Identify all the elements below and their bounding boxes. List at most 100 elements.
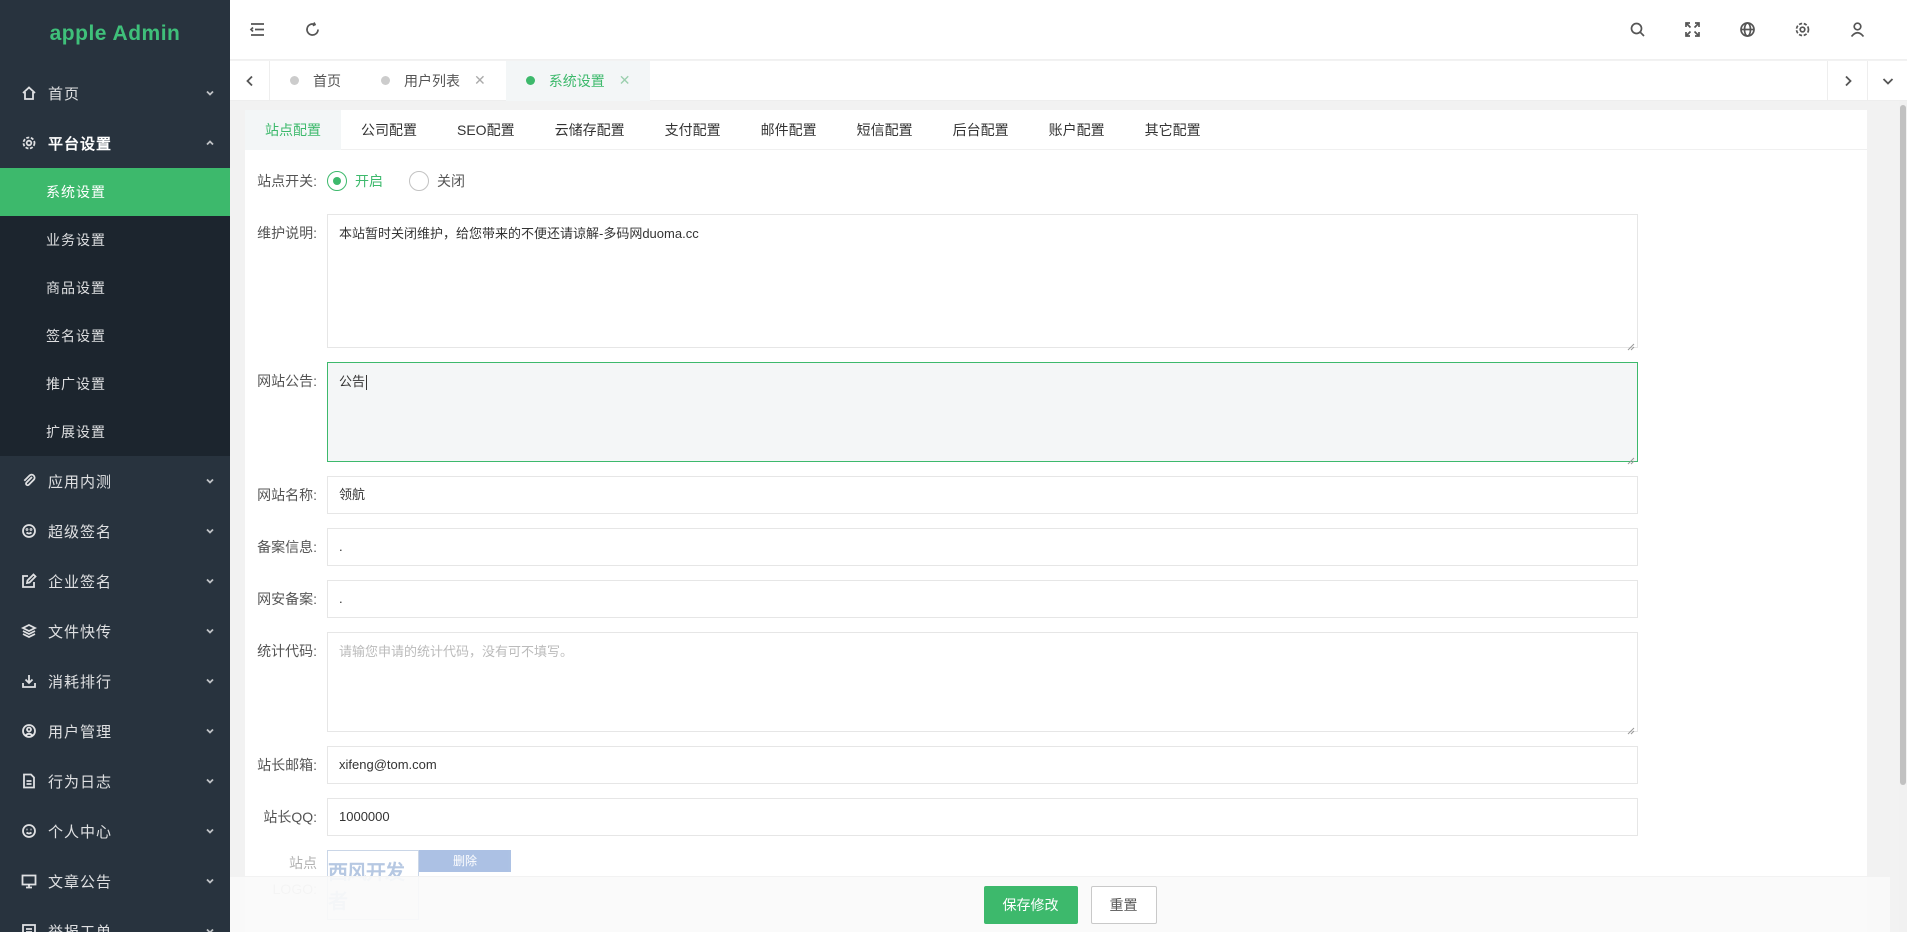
scrollbar-thumb[interactable] (1900, 105, 1906, 785)
chevron-down-icon (204, 825, 216, 837)
sidebar-item-label: 超级签名 (48, 523, 113, 541)
qq-input[interactable]: 1000000 (327, 798, 1638, 836)
notice-textarea[interactable]: 公告 (327, 362, 1638, 465)
form-row-qq: 站长QQ: 1000000 (245, 798, 1867, 836)
chevron-down-icon (204, 875, 216, 887)
logo-delete-button[interactable]: 删除 (419, 850, 511, 872)
tabs-dropdown-button[interactable] (1867, 60, 1907, 101)
chevron-down-icon (204, 475, 216, 487)
radio-checked-icon (327, 171, 347, 191)
user-button[interactable] (1830, 0, 1885, 60)
search-button[interactable] (1610, 0, 1665, 60)
tab-label: 用户列表 (404, 72, 460, 89)
sidebar-subitem-promotion-settings[interactable]: 推广设置 (0, 360, 230, 408)
resize-grip-icon[interactable] (1627, 337, 1635, 351)
police-record-input[interactable]: . (327, 580, 1638, 618)
reset-button[interactable]: 重置 (1090, 885, 1157, 924)
sidebar-item-app-beta[interactable]: 应用内测 (0, 456, 230, 506)
sidebar-item-label: 企业签名 (48, 573, 113, 591)
chevron-down-icon (1882, 77, 1893, 85)
sidebar-subitem-product-settings[interactable]: 商品设置 (0, 264, 230, 312)
config-tabs: 站点配置 公司配置 SEO配置 云储存配置 支付配置 邮件配置 短信配置 后台配… (245, 110, 1867, 150)
tab-other-config[interactable]: 其它配置 (1125, 110, 1221, 150)
sidebar-item-enterprise-signature[interactable]: 企业签名 (0, 556, 230, 606)
menu-fold-button[interactable] (230, 0, 285, 60)
field-label: 统计代码: (257, 643, 317, 659)
text-caret (366, 375, 368, 391)
sidebar: apple Admin 首页 平台设置 系统设置 业务设置 商品设置 签名设置 … (0, 0, 230, 932)
tab-home[interactable]: 首页 (270, 61, 361, 101)
sidebar-item-consumption-ranking[interactable]: 消耗排行 (0, 656, 230, 706)
icp-input[interactable]: . (327, 528, 1638, 566)
field-label: 网安备案: (257, 591, 317, 607)
field-label: 网站名称: (257, 487, 317, 503)
tab-site-config[interactable]: 站点配置 (245, 110, 341, 150)
tab-admin-config[interactable]: 后台配置 (933, 110, 1029, 150)
file-icon (20, 772, 38, 790)
paperclip-icon (20, 472, 38, 490)
sidebar-item-super-signature[interactable]: 超级签名 (0, 506, 230, 556)
sidebar-item-platform-settings[interactable]: 平台设置 (0, 118, 230, 168)
maintenance-textarea[interactable]: 本站暂时关闭维护，给您带来的不便还请谅解-多码网duoma.cc (327, 214, 1638, 351)
sidebar-item-user-management[interactable]: 用户管理 (0, 706, 230, 756)
sidebar-item-label: 首页 (48, 85, 81, 103)
tab-company-config[interactable]: 公司配置 (341, 110, 437, 150)
tab-mail-config[interactable]: 邮件配置 (741, 110, 837, 150)
field-label: 网站公告: (257, 373, 317, 389)
sidebar-subitem-system-settings[interactable]: 系统设置 (0, 168, 230, 216)
email-input[interactable]: xifeng@tom.com (327, 746, 1638, 784)
sidebar-item-report-ticket[interactable]: 举报工单 (0, 906, 230, 932)
textarea-placeholder: 请输您申请的统计代码，没有可不填写。 (339, 644, 574, 659)
form-action-bar: 保存修改 重置 (230, 876, 1890, 932)
settings-button[interactable] (1775, 0, 1830, 60)
sidebar-subitem-extension-settings[interactable]: 扩展设置 (0, 408, 230, 456)
page-scrollbar[interactable] (1899, 101, 1907, 932)
tab-seo-config[interactable]: SEO配置 (437, 110, 535, 150)
tab-system-settings[interactable]: 系统设置 ✕ (505, 60, 651, 101)
language-button[interactable] (1720, 0, 1775, 60)
sidebar-item-label: 文件快传 (48, 623, 113, 641)
tabs-scroll-right-button[interactable] (1827, 60, 1867, 101)
tab-account-config[interactable]: 账户配置 (1029, 110, 1125, 150)
stats-code-textarea[interactable]: 请输您申请的统计代码，没有可不填写。 (327, 632, 1638, 735)
close-icon[interactable]: ✕ (474, 72, 486, 89)
chevron-down-icon (204, 925, 216, 932)
tab-payment-config[interactable]: 支付配置 (645, 110, 741, 150)
chevron-down-icon (204, 87, 216, 99)
chevron-down-icon (204, 575, 216, 587)
sidebar-item-file-transfer[interactable]: 文件快传 (0, 606, 230, 656)
sidebar-item-personal-center[interactable]: 个人中心 (0, 806, 230, 856)
tab-cloud-storage-config[interactable]: 云储存配置 (535, 110, 645, 150)
user-icon (1850, 22, 1865, 38)
sidebar-subitem-signature-settings[interactable]: 签名设置 (0, 312, 230, 360)
radio-unchecked-icon (409, 171, 429, 191)
resize-grip-icon[interactable] (1627, 451, 1635, 465)
form-row-police: 网安备案: . (245, 580, 1867, 618)
form-row-icp: 备案信息: . (245, 528, 1867, 566)
platform-settings-submenu: 系统设置 业务设置 商品设置 签名设置 推广设置 扩展设置 (0, 168, 230, 456)
radio-close[interactable]: 关闭 (409, 171, 465, 191)
chevron-down-icon (204, 775, 216, 787)
app-logo: apple Admin (49, 22, 181, 45)
sidebar-item-label: 行为日志 (48, 773, 113, 791)
refresh-button[interactable] (285, 0, 340, 60)
save-button[interactable]: 保存修改 (983, 885, 1078, 924)
sidebar-subitem-business-settings[interactable]: 业务设置 (0, 216, 230, 264)
form-row-stats-code: 统计代码: 请输您申请的统计代码，没有可不填写。 (245, 632, 1867, 735)
tabs-scroll-left-button[interactable] (230, 60, 270, 101)
sidebar-item-article-notice[interactable]: 文章公告 (0, 856, 230, 906)
sidebar-item-behavior-log[interactable]: 行为日志 (0, 756, 230, 806)
resize-grip-icon[interactable] (1627, 721, 1635, 735)
close-icon[interactable]: ✕ (619, 72, 631, 89)
tab-user-list[interactable]: 用户列表 ✕ (361, 61, 506, 101)
chevron-left-icon (245, 75, 253, 86)
tab-label: 首页 (313, 72, 341, 89)
fullscreen-button[interactable] (1665, 0, 1720, 60)
tab-sms-config[interactable]: 短信配置 (837, 110, 933, 150)
site-name-input[interactable]: 领航 (327, 476, 1638, 514)
radio-open[interactable]: 开启 (327, 171, 383, 191)
form-row-maintenance: 维护说明: 本站暂时关闭维护，给您带来的不便还请谅解-多码网duoma.cc (245, 214, 1867, 351)
monitor-icon (20, 872, 38, 890)
radio-label: 开启 (355, 173, 383, 189)
sidebar-item-home[interactable]: 首页 (0, 68, 230, 118)
